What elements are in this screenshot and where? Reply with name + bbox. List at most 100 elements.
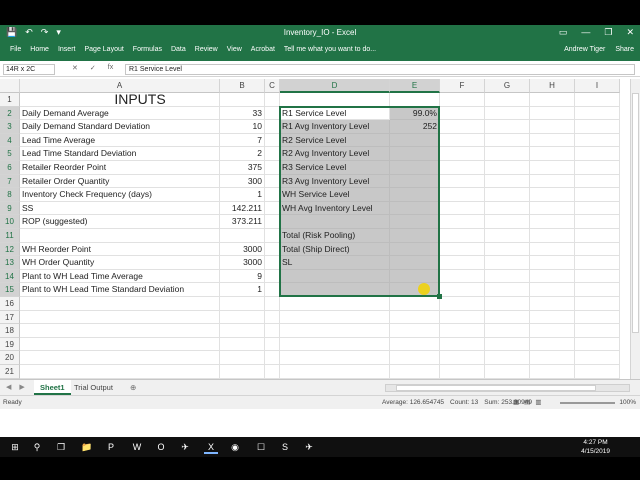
select-all-corner[interactable] xyxy=(0,79,20,93)
share-button[interactable]: Share xyxy=(615,46,634,53)
tell-me-search[interactable]: Tell me what you want to do... xyxy=(284,46,376,53)
cell-b10[interactable]: 373.211 xyxy=(220,215,265,229)
cell-g4[interactable] xyxy=(485,133,530,148)
cell-e7[interactable] xyxy=(390,174,440,189)
cell-i15[interactable] xyxy=(575,283,620,297)
cell-e11[interactable] xyxy=(390,229,440,243)
cell-i6[interactable] xyxy=(575,161,620,175)
cell-i18[interactable] xyxy=(575,324,620,338)
cell-c19[interactable] xyxy=(265,337,280,352)
prev-sheet-icon[interactable]: ◀ xyxy=(6,383,11,391)
cell-i21[interactable] xyxy=(575,365,620,379)
sheet-tab-trial-output[interactable]: Trial Output xyxy=(68,380,119,395)
cell-e18[interactable] xyxy=(390,324,440,338)
row-header-16[interactable]: 16 xyxy=(0,297,20,311)
cell-b12[interactable]: 3000 xyxy=(220,242,265,257)
cell-c3[interactable] xyxy=(265,120,280,134)
sheet-tab-sheet1[interactable]: Sheet1 xyxy=(34,380,71,395)
cell-f1[interactable] xyxy=(440,93,485,107)
cell-g21[interactable] xyxy=(485,365,530,379)
start-icon[interactable]: ⊞ xyxy=(8,440,22,454)
cell-i1[interactable] xyxy=(575,93,620,107)
app-icon-2[interactable]: ✈ xyxy=(302,440,316,454)
cell-i17[interactable] xyxy=(575,310,620,325)
cell-b2[interactable]: 33 xyxy=(220,106,265,121)
cell-a15[interactable]: Plant to WH Lead Time Standard Deviation xyxy=(20,283,220,297)
cell-g17[interactable] xyxy=(485,310,530,325)
cell-h16[interactable] xyxy=(530,297,575,311)
fill-handle[interactable] xyxy=(437,294,442,299)
cell-h20[interactable] xyxy=(530,351,575,365)
cell-e14[interactable] xyxy=(390,269,440,284)
cell-e13[interactable] xyxy=(390,256,440,270)
cell-b11[interactable] xyxy=(220,229,265,243)
cell-g18[interactable] xyxy=(485,324,530,338)
next-sheet-icon[interactable]: ▶ xyxy=(19,383,24,391)
cell-d4[interactable]: R2 Service Level xyxy=(280,133,390,148)
close-icon[interactable]: ✕ xyxy=(626,27,634,38)
cell-a18[interactable] xyxy=(20,324,220,338)
cell-h13[interactable] xyxy=(530,256,575,270)
cell-i20[interactable] xyxy=(575,351,620,365)
cell-e8[interactable] xyxy=(390,188,440,202)
cell-i4[interactable] xyxy=(575,133,620,148)
cell-i7[interactable] xyxy=(575,174,620,189)
cell-c11[interactable] xyxy=(265,229,280,243)
row-header-9[interactable]: 9 xyxy=(0,201,20,216)
cell-d1[interactable] xyxy=(280,93,390,107)
cell-f12[interactable] xyxy=(440,242,485,257)
cell-d5[interactable]: R2 Avg Inventory Level xyxy=(280,147,390,161)
cell-g16[interactable] xyxy=(485,297,530,311)
row-header-21[interactable]: 21 xyxy=(0,365,20,379)
inputs-title[interactable]: INPUTS xyxy=(20,90,220,110)
cell-c5[interactable] xyxy=(265,147,280,161)
cell-h12[interactable] xyxy=(530,242,575,257)
row-header-18[interactable]: 18 xyxy=(0,324,20,338)
cell-g9[interactable] xyxy=(485,201,530,216)
tab-file[interactable]: File xyxy=(10,46,21,53)
file-explorer-icon[interactable]: 📁 xyxy=(80,440,94,454)
cell-c4[interactable] xyxy=(265,133,280,148)
horizontal-scrollbar[interactable] xyxy=(385,384,630,392)
cell-a19[interactable] xyxy=(20,337,220,352)
cell-i19[interactable] xyxy=(575,337,620,352)
cell-h21[interactable] xyxy=(530,365,575,379)
cell-g1[interactable] xyxy=(485,93,530,107)
cell-c13[interactable] xyxy=(265,256,280,270)
cell-b21[interactable] xyxy=(220,365,265,379)
cell-c6[interactable] xyxy=(265,161,280,175)
cell-f21[interactable] xyxy=(440,365,485,379)
cell-d17[interactable] xyxy=(280,310,390,325)
cell-c20[interactable] xyxy=(265,351,280,365)
cell-d11[interactable]: Total (Risk Pooling) xyxy=(280,229,390,243)
normal-view-icon[interactable]: ▦ xyxy=(513,398,519,406)
cell-d9[interactable]: WH Avg Inventory Level xyxy=(280,201,390,216)
row-header-3[interactable]: 3 xyxy=(0,120,20,134)
cell-i16[interactable] xyxy=(575,297,620,311)
row-header-20[interactable]: 20 xyxy=(0,351,20,365)
cell-e9[interactable] xyxy=(390,201,440,216)
cell-e4[interactable] xyxy=(390,133,440,148)
word-icon[interactable]: W xyxy=(130,440,144,454)
cell-c10[interactable] xyxy=(265,215,280,229)
cell-h5[interactable] xyxy=(530,147,575,161)
cell-b13[interactable]: 3000 xyxy=(220,256,265,270)
row-header-14[interactable]: 14 xyxy=(0,269,20,284)
cell-e6[interactable] xyxy=(390,161,440,175)
row-header-7[interactable]: 7 xyxy=(0,174,20,189)
add-sheet-icon[interactable]: ⊕ xyxy=(124,380,142,395)
cell-f20[interactable] xyxy=(440,351,485,365)
cell-e12[interactable] xyxy=(390,242,440,257)
cell-i9[interactable] xyxy=(575,201,620,216)
cell-e16[interactable] xyxy=(390,297,440,311)
cell-a4[interactable]: Lead Time Average xyxy=(20,133,220,148)
horizontal-scroll-thumb[interactable] xyxy=(396,385,596,391)
cell-e20[interactable] xyxy=(390,351,440,365)
cell-g2[interactable] xyxy=(485,106,530,121)
cell-b18[interactable] xyxy=(220,324,265,338)
cell-b9[interactable]: 142.211 xyxy=(220,201,265,216)
cell-g3[interactable] xyxy=(485,120,530,134)
cell-b5[interactable]: 2 xyxy=(220,147,265,161)
row-header-8[interactable]: 8 xyxy=(0,188,20,202)
vertical-scrollbar[interactable] xyxy=(630,79,640,379)
